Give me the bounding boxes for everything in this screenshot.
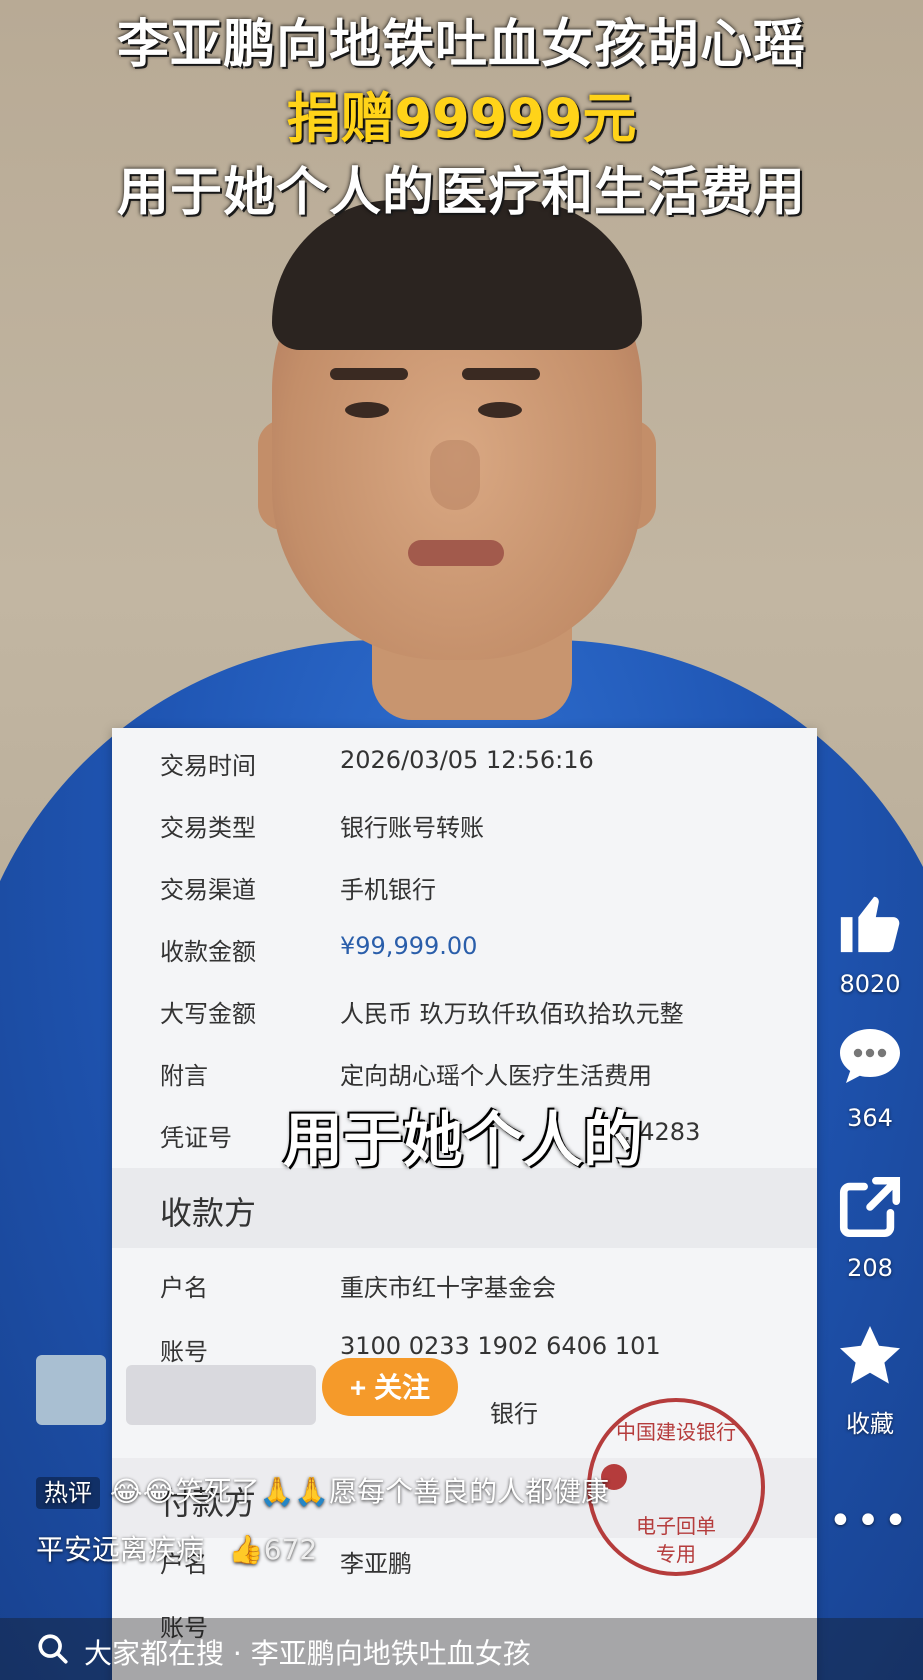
person-eye-left [345,402,389,418]
video-headline: 李亚鹏向地铁吐血女孩胡心瑶 捐赠99999元 用于她个人的医疗和生活费用 [0,8,923,230]
share-icon [839,1176,901,1238]
bank-seal-stamp: 中国建设银行 电子回单 专用 [587,1398,765,1576]
avatar[interactable] [36,1355,106,1425]
share-action[interactable]: 208 [822,1172,918,1282]
receipt-value: 重庆市红十字基金会 [340,1274,556,1302]
receipt-amount: ¥99,999.00 [340,932,478,960]
comment-count: 364 [847,1104,893,1132]
comment-emoji: 😂😂 [110,1475,176,1508]
headline-line-3: 用于她个人的医疗和生活费用 [116,163,806,223]
follow-button[interactable]: + 关注 [322,1358,458,1416]
video-screen[interactable]: 李亚鹏向地铁吐血女孩胡心瑶 捐赠99999元 用于她个人的医疗和生活费用 交易时… [0,0,923,1680]
author-name-blurred[interactable] [126,1365,316,1425]
receipt-value: 李亚鹏 [340,1550,412,1578]
person-brow-right [462,368,540,380]
comment-like-count: 672 [263,1533,318,1566]
hot-comment-tag: 热评 [36,1477,100,1509]
hot-comment[interactable]: 热评 😂😂笑死了🙏🙏愿每个善良的人都健康 [36,1470,609,1510]
receipt-value: 定向胡心瑶个人医疗生活费用 [340,1062,652,1090]
receipt-value: 人民币 玖万玖仟玖佰玖拾玖元整 [340,1000,684,1028]
receipt-value: 银行账号转账 [340,814,484,842]
comment-likes: 👍672 [228,1533,318,1566]
seal-text-middle: 电子回单 [636,1514,716,1538]
hot-comment-line2[interactable]: 平安远离疾病 👍672 [36,1528,317,1568]
seal-text-bottom: 专用 [656,1542,696,1566]
related-search-bar[interactable]: 大家都在搜 · 李亚鹏向地铁吐血女孩 [0,1618,923,1680]
comment-text: 笑死了🙏🙏愿每个善良的人都健康 [175,1475,610,1508]
person-eye-right [478,402,522,418]
more-options-icon[interactable]: ••• [822,1498,918,1544]
receipt-value: 2026/03/05 12:56:16 [340,746,594,774]
thumbs-up-icon [840,896,900,953]
favorite-label: 收藏 [846,1410,894,1438]
seal-text-top: 中国建设银行 [616,1420,736,1444]
receipt-label: 收款金额 [160,938,256,966]
section-title: 收款方 [160,1194,257,1232]
headline-line-2: 捐赠99999元 [286,87,637,150]
comment-bubble-icon [840,1029,900,1083]
search-query: 大家都在搜 · 李亚鹏向地铁吐血女孩 [84,1637,531,1670]
receipt-label: 户名 [160,1274,208,1302]
person-mouth [408,540,504,566]
headline-line-1: 李亚鹏向地铁吐血女孩胡心瑶 [116,15,806,75]
like-count: 8020 [839,970,901,998]
star-icon [840,1326,900,1384]
comment-action[interactable]: 364 [822,1020,918,1132]
person-brow-left [330,368,408,380]
comment-text-line2: 平安远离疾病 [36,1533,205,1566]
favorite-action[interactable]: 收藏 [822,1320,918,1439]
person-nose [430,440,480,510]
receipt-section-payee: 收款方 [112,1168,817,1248]
receipt-label: 交易类型 [160,814,256,842]
like-action[interactable]: 8020 [822,888,918,998]
receipt-value: 手机银行 [340,876,436,904]
receipt-value: 银行 [490,1400,538,1428]
search-icon [38,1634,68,1664]
receipt-label: 附言 [160,1062,208,1090]
receipt-label: 交易时间 [160,752,256,780]
receipt-label: 交易渠道 [160,876,256,904]
video-subtitle: 用于她个人的 [283,1106,643,1176]
receipt-label: 大写金额 [160,1000,256,1028]
share-count: 208 [847,1254,893,1282]
